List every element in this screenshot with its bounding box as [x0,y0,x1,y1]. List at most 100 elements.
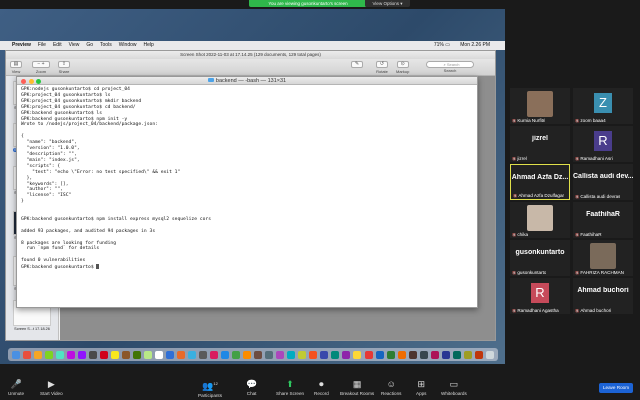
participants-button[interactable]: 👥12 Participants [198,379,222,398]
dock-app-icon[interactable] [463,350,472,359]
apps-label: Apps [416,391,427,396]
dock-app-icon[interactable] [419,350,428,359]
menu-view[interactable]: View [69,41,80,50]
menu-tools[interactable]: Tools [100,41,112,50]
participant-tile[interactable]: Zzoom baaa4 [573,88,633,124]
apps-button[interactable]: ⊞ Apps [416,379,426,396]
dock-app-icon[interactable] [188,350,197,359]
dock-app-icon[interactable] [441,350,450,359]
dock-app-icon[interactable] [408,350,417,359]
view-menu-button[interactable]: ▤ View [10,61,22,74]
leave-room-button[interactable]: Leave Room [599,383,633,393]
dock-app-icon[interactable] [210,350,219,359]
dock-app-icon[interactable] [243,350,252,359]
dock-app-icon[interactable] [397,350,406,359]
participant-tile[interactable]: Kurnia Nurfitri [510,88,570,124]
participant-tile[interactable]: Callista audi dev... Callista audi devras [573,164,633,200]
dock-app-icon[interactable] [353,350,362,359]
dock-app-icon[interactable] [265,350,274,359]
close-button[interactable] [21,78,26,84]
markup-button[interactable]: ⊙ Markup [396,61,409,74]
unmute-button[interactable]: 🎤 Unmute [8,379,24,396]
zoom-button[interactable] [36,78,41,84]
dock-app-icon[interactable] [342,350,351,359]
dock-app-icon[interactable] [165,350,174,359]
dock-app-icon[interactable] [232,350,241,359]
dock-app-icon[interactable] [287,350,296,359]
dock-app-icon[interactable] [221,350,230,359]
whiteboards-button[interactable]: ▭ Whiteboards [441,379,467,396]
dock-app-icon[interactable] [143,350,152,359]
dock-app-icon[interactable] [88,350,97,359]
search-input[interactable]: ⌕ Search [426,61,474,68]
participant-name: jizrel [512,156,526,161]
dock-app-icon[interactable] [55,350,64,359]
dock-app-icon[interactable] [176,350,185,359]
dock-app-icon[interactable] [320,350,329,359]
dock-app-icon[interactable] [452,350,461,359]
participant-tile[interactable]: R Ramadhani Asri [573,126,633,162]
dock-app-icon[interactable] [254,350,263,359]
dock-app-icon[interactable] [375,350,384,359]
rotate-button[interactable]: ↺ Rotate [376,61,388,74]
dock-app-icon[interactable] [154,350,163,359]
dock-app-icon[interactable] [474,350,483,359]
dock-app-icon[interactable] [364,350,373,359]
terminal-window[interactable]: backend — -bash — 131×31 GPK:nodejs guso… [16,76,478,308]
participant-tile[interactable]: chika [510,202,570,238]
breakout-rooms-button[interactable]: ▦ Breakout Rooms [340,379,374,396]
dock-app-icon[interactable] [430,350,439,359]
dock-app-icon[interactable] [66,350,75,359]
dock-app-icon[interactable] [386,350,395,359]
chat-button[interactable]: 💬 Chat [246,379,257,396]
dock-app-icon[interactable] [22,350,31,359]
camera-off-icon: ▶ [47,379,55,389]
participant-tile[interactable]: gusonkuntarto gusonkuntarto [510,240,570,276]
dock-app-icon[interactable] [77,350,86,359]
participant-display-name: Callista audi dev... [573,173,633,180]
record-label: Record [314,391,329,396]
annotate-button[interactable]: ✎ [351,61,363,69]
dock-app-icon[interactable] [485,350,494,359]
battery-status[interactable]: 71% ▭ [434,41,450,50]
dock-app-icon[interactable] [121,350,130,359]
participant-name: gusonkuntarto [512,270,546,275]
dock-app-icon[interactable] [99,350,108,359]
dock-app-icon[interactable] [110,350,119,359]
dock-app-icon[interactable] [132,350,141,359]
participants-icon: 👥12 [202,381,218,391]
menu-window[interactable]: Window [119,41,137,50]
dock-app-icon[interactable] [11,350,20,359]
participant-tile[interactable]: FAHRIZA RACHMAN [573,240,633,276]
dock-app-icon[interactable] [309,350,318,359]
participant-display-name: Ahmad Azfa Dz... [511,174,569,181]
dock-app-icon[interactable] [276,350,285,359]
menu-edit[interactable]: Edit [53,41,62,50]
share-button[interactable]: ⇪ Share [58,61,70,74]
reactions-button[interactable]: ☺ Reactions [381,379,401,396]
dock-app-icon[interactable] [331,350,340,359]
dock-app-icon[interactable] [44,350,53,359]
view-label: View [11,69,21,74]
menu-help[interactable]: Help [144,41,154,50]
zoom-buttons[interactable]: − + Zoom [32,61,50,74]
terminal-output[interactable]: GPK:nodejs gusonkuntarto$ cd project_04 G… [17,85,477,273]
participant-tile[interactable]: Ahmad Azfa Dz... Ahmad Azfa Dzulfagar [510,164,570,200]
start-video-button[interactable]: ▶ Start Video [40,379,63,396]
menu-go[interactable]: Go [86,41,93,50]
dock-app-icon[interactable] [199,350,208,359]
minimize-button[interactable] [28,78,34,84]
view-options-button[interactable]: View Options ▾ [365,0,410,7]
dock-app-icon[interactable] [33,350,42,359]
record-button[interactable]: ⏺ Record [314,379,329,396]
menubar-clock[interactable]: Mon 2.26 PM [460,41,490,50]
search-box[interactable]: ⌕ Search Search [426,61,474,73]
participant-tile[interactable]: R Ramadhani Agastha [510,278,570,314]
dock-app-icon[interactable] [298,350,307,359]
participant-tile[interactable]: jizrel jizrel [510,126,570,162]
participant-tile[interactable]: FaathihaR FaathihaR [573,202,633,238]
menu-app-name[interactable]: Preview [12,41,31,50]
share-screen-button[interactable]: ⬆ Share Screen [276,379,304,396]
participant-tile[interactable]: Ahmad buchori Ahmad buchori [573,278,633,314]
menu-file[interactable]: File [38,41,46,50]
